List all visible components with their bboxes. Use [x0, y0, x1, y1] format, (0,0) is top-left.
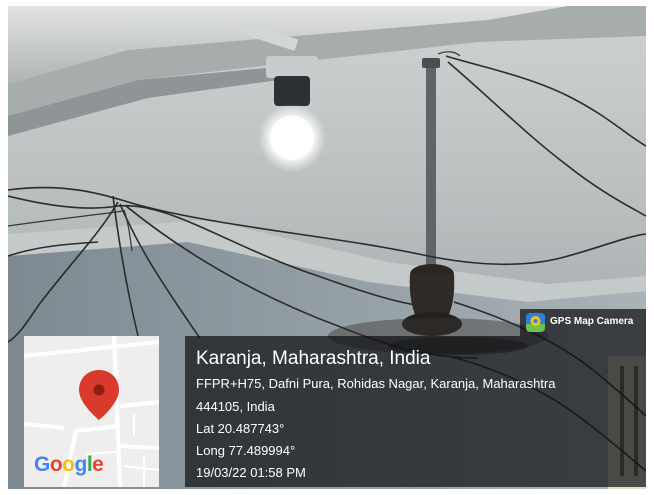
gps-map-camera-label: GPS Map Camera	[550, 316, 634, 327]
latitude: Lat 20.487743°	[196, 421, 285, 436]
timestamp: 19/03/22 01:58 PM	[196, 465, 306, 480]
gps-map-camera-badge: GPS Map Camera	[520, 309, 646, 336]
bulb-holder	[266, 56, 318, 78]
photo-frame: GPS Map Camera Google Karanja, Maharasht…	[8, 6, 646, 489]
longitude: Long 77.489994°	[196, 443, 296, 458]
gps-map-camera-icon	[526, 313, 545, 332]
google-logo: Google	[34, 453, 104, 476]
fan-rod	[426, 62, 436, 272]
map-thumbnail: Google	[24, 336, 159, 487]
address-line-2: 444105, India	[196, 399, 275, 414]
location-info-panel: Karanja, Maharashtra, India FFPR+H75, Da…	[185, 336, 646, 487]
location-title: Karanja, Maharashtra, India	[196, 348, 431, 369]
address-line-1: FFPR+H75, Dafni Pura, Rohidas Nagar, Kar…	[196, 376, 556, 391]
